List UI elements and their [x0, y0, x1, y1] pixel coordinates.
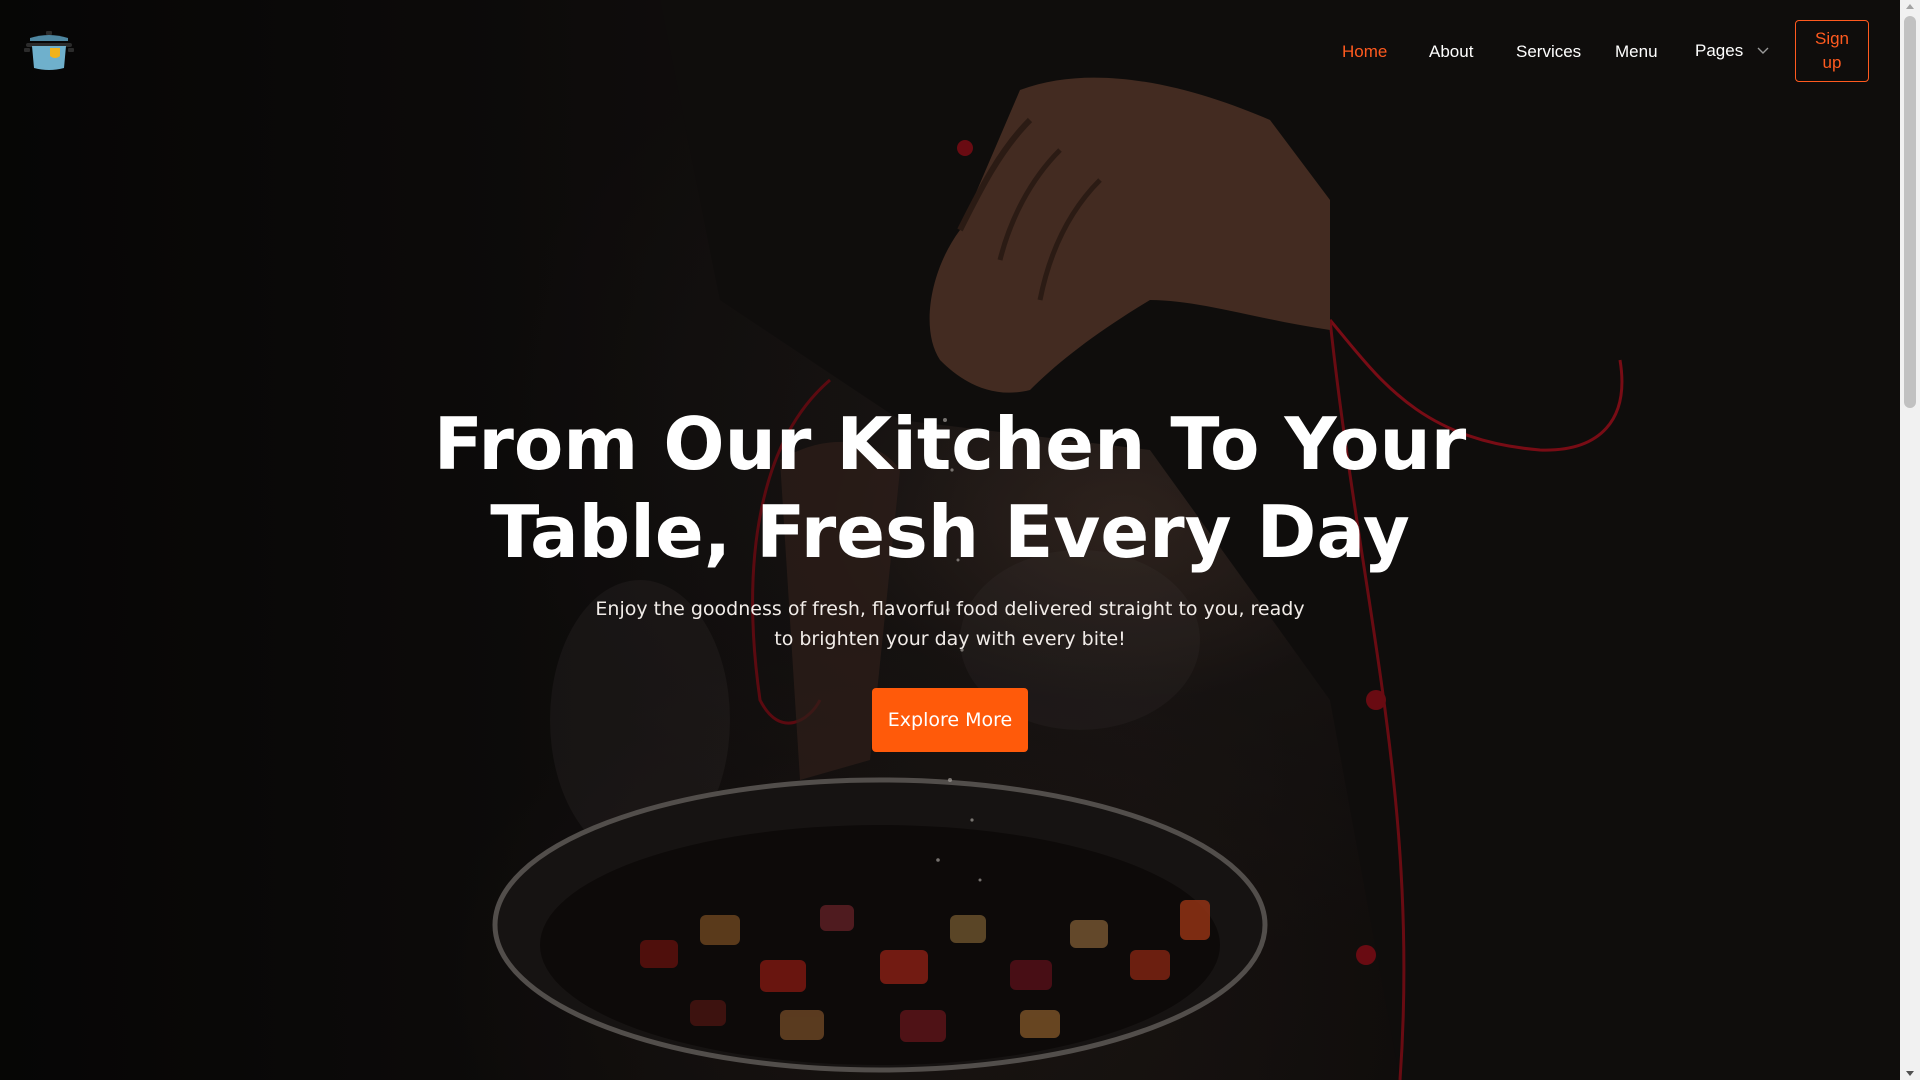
hero-content: From Our Kitchen To Your Table, Fresh Ev…	[400, 400, 1500, 752]
nav-menu-link[interactable]: Menu	[1615, 40, 1658, 64]
scroll-down-arrow-icon[interactable]	[1906, 1071, 1914, 1076]
nav-pages-dropdown[interactable]: Pages	[1695, 39, 1769, 63]
nav-about-link[interactable]: About	[1429, 40, 1473, 64]
nav-home-link[interactable]: Home	[1342, 40, 1387, 64]
hero-title: From Our Kitchen To Your Table, Fresh Ev…	[433, 402, 1467, 574]
explore-more-button[interactable]: Explore More	[872, 688, 1028, 752]
scrollbar-thumb[interactable]	[1904, 16, 1916, 408]
vertical-scrollbar[interactable]	[1900, 0, 1920, 1080]
scroll-up-arrow-icon[interactable]	[1906, 4, 1914, 9]
chevron-down-icon[interactable]	[1757, 47, 1769, 55]
browser-viewport: Home About Services Menu Pages Sign up F…	[0, 0, 1920, 1080]
hero-section: Home About Services Menu Pages Sign up F…	[0, 0, 1900, 1080]
nav-pages-label[interactable]: Pages	[1695, 39, 1743, 63]
hero-subtitle: Enjoy the goodness of fresh, flavorful f…	[595, 598, 1305, 650]
nav-services-link[interactable]: Services	[1516, 40, 1581, 64]
cooking-pot-icon[interactable]	[24, 30, 74, 74]
signup-button[interactable]: Sign up	[1795, 20, 1869, 82]
